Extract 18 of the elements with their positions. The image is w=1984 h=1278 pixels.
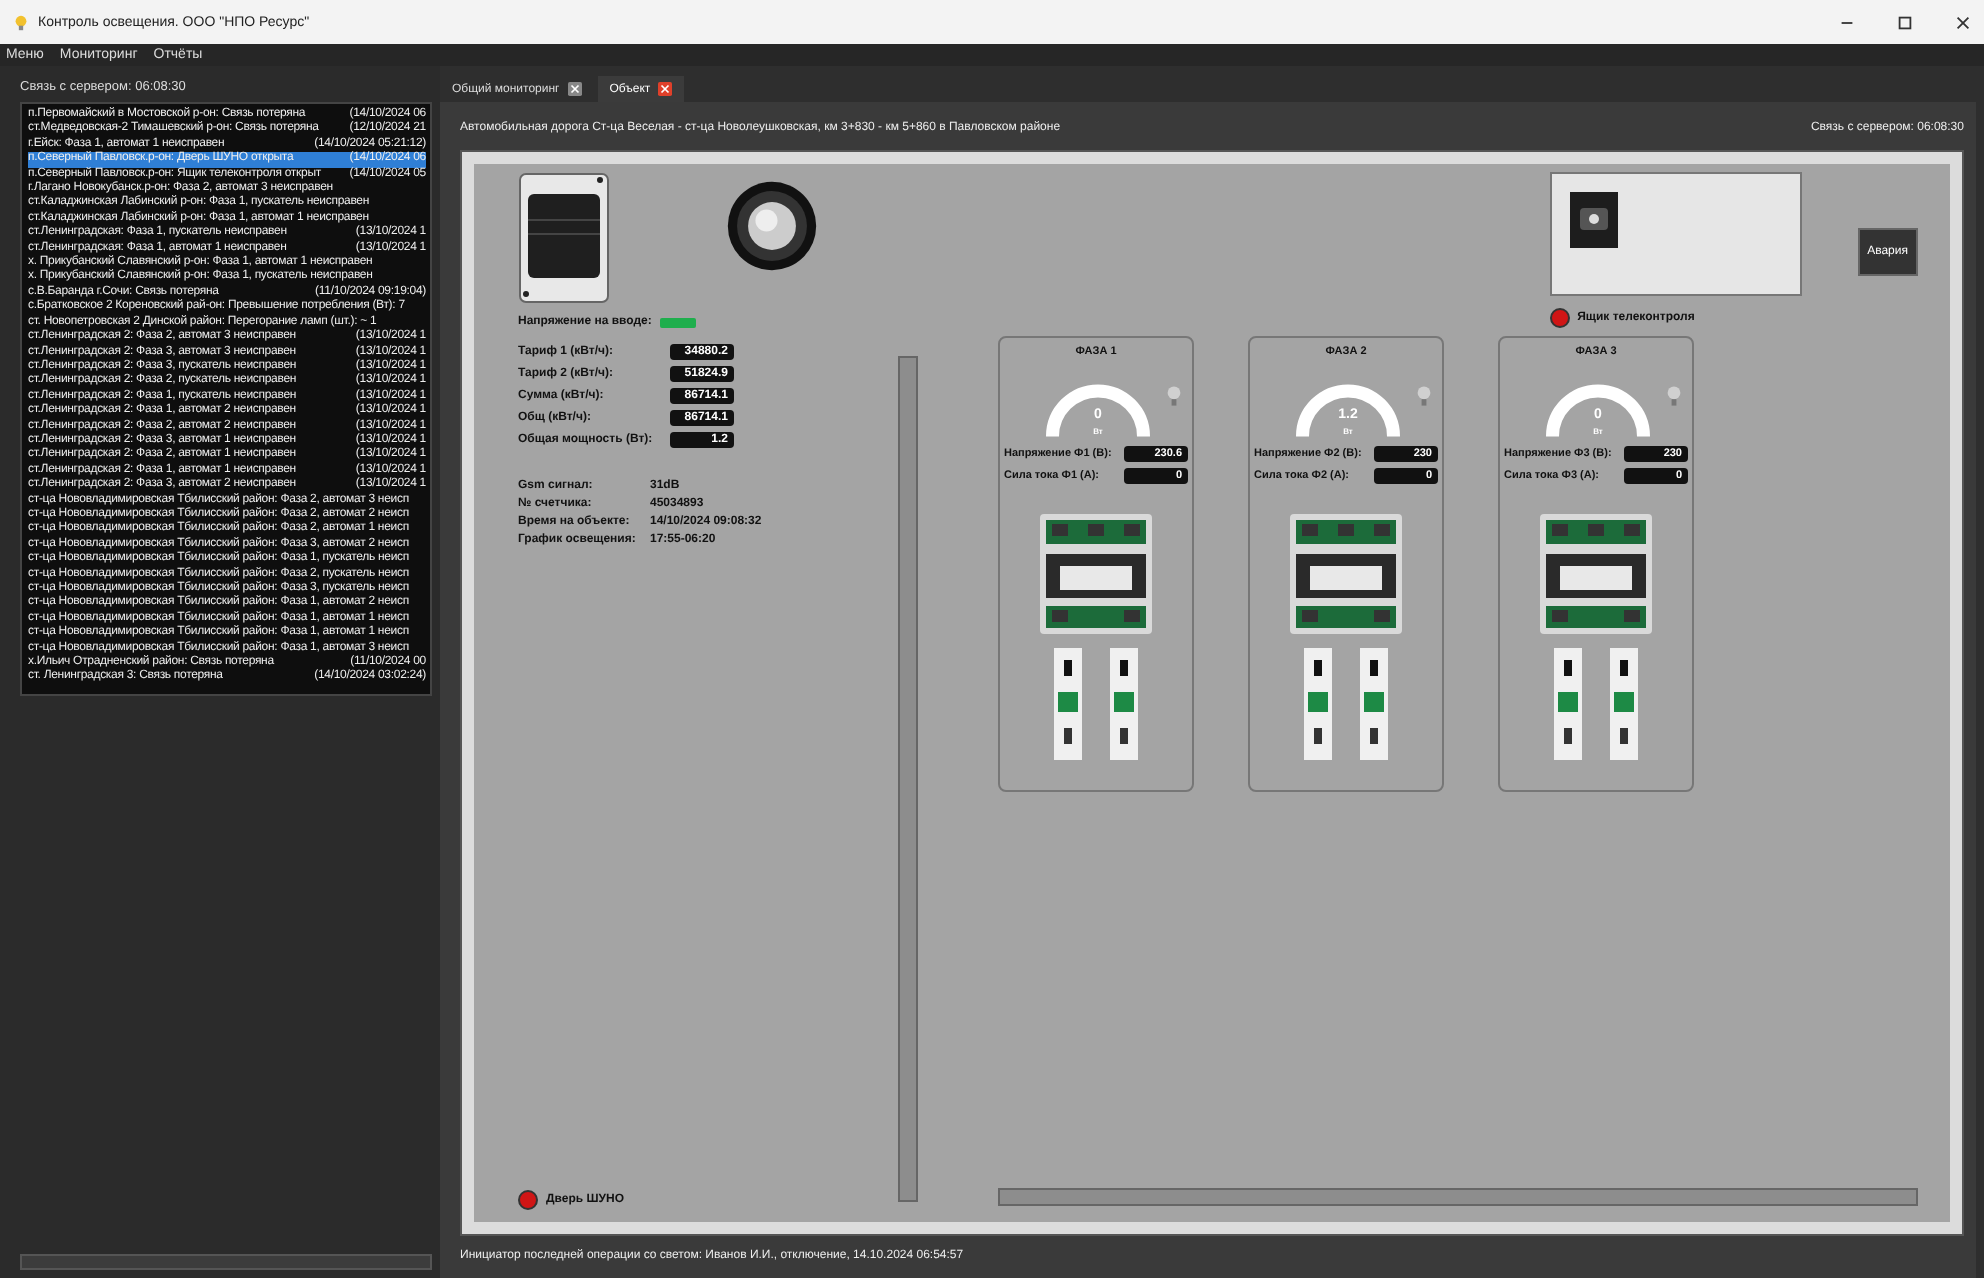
bulb-icon bbox=[12, 13, 30, 31]
breaker-drawing bbox=[1110, 648, 1138, 760]
maximize-icon[interactable] bbox=[1896, 13, 1914, 31]
close-icon[interactable] bbox=[1954, 13, 1972, 31]
gauge-arc bbox=[1296, 384, 1400, 440]
contactor-drawing bbox=[1290, 514, 1402, 634]
breaker-drawing bbox=[1610, 648, 1638, 760]
switch-drawing bbox=[518, 172, 610, 304]
knob-drawing bbox=[726, 180, 818, 272]
breaker-drawing bbox=[1304, 648, 1332, 760]
contactor-drawing bbox=[1040, 514, 1152, 634]
gauge-arc bbox=[1046, 384, 1150, 440]
breaker-drawing bbox=[1054, 648, 1082, 760]
breaker-drawing bbox=[1554, 648, 1582, 760]
breaker-drawing bbox=[1360, 648, 1388, 760]
gauge-arc bbox=[1546, 384, 1650, 440]
horizontal-scrollbar[interactable] bbox=[20, 1254, 432, 1270]
contactor-drawing bbox=[1540, 514, 1652, 634]
